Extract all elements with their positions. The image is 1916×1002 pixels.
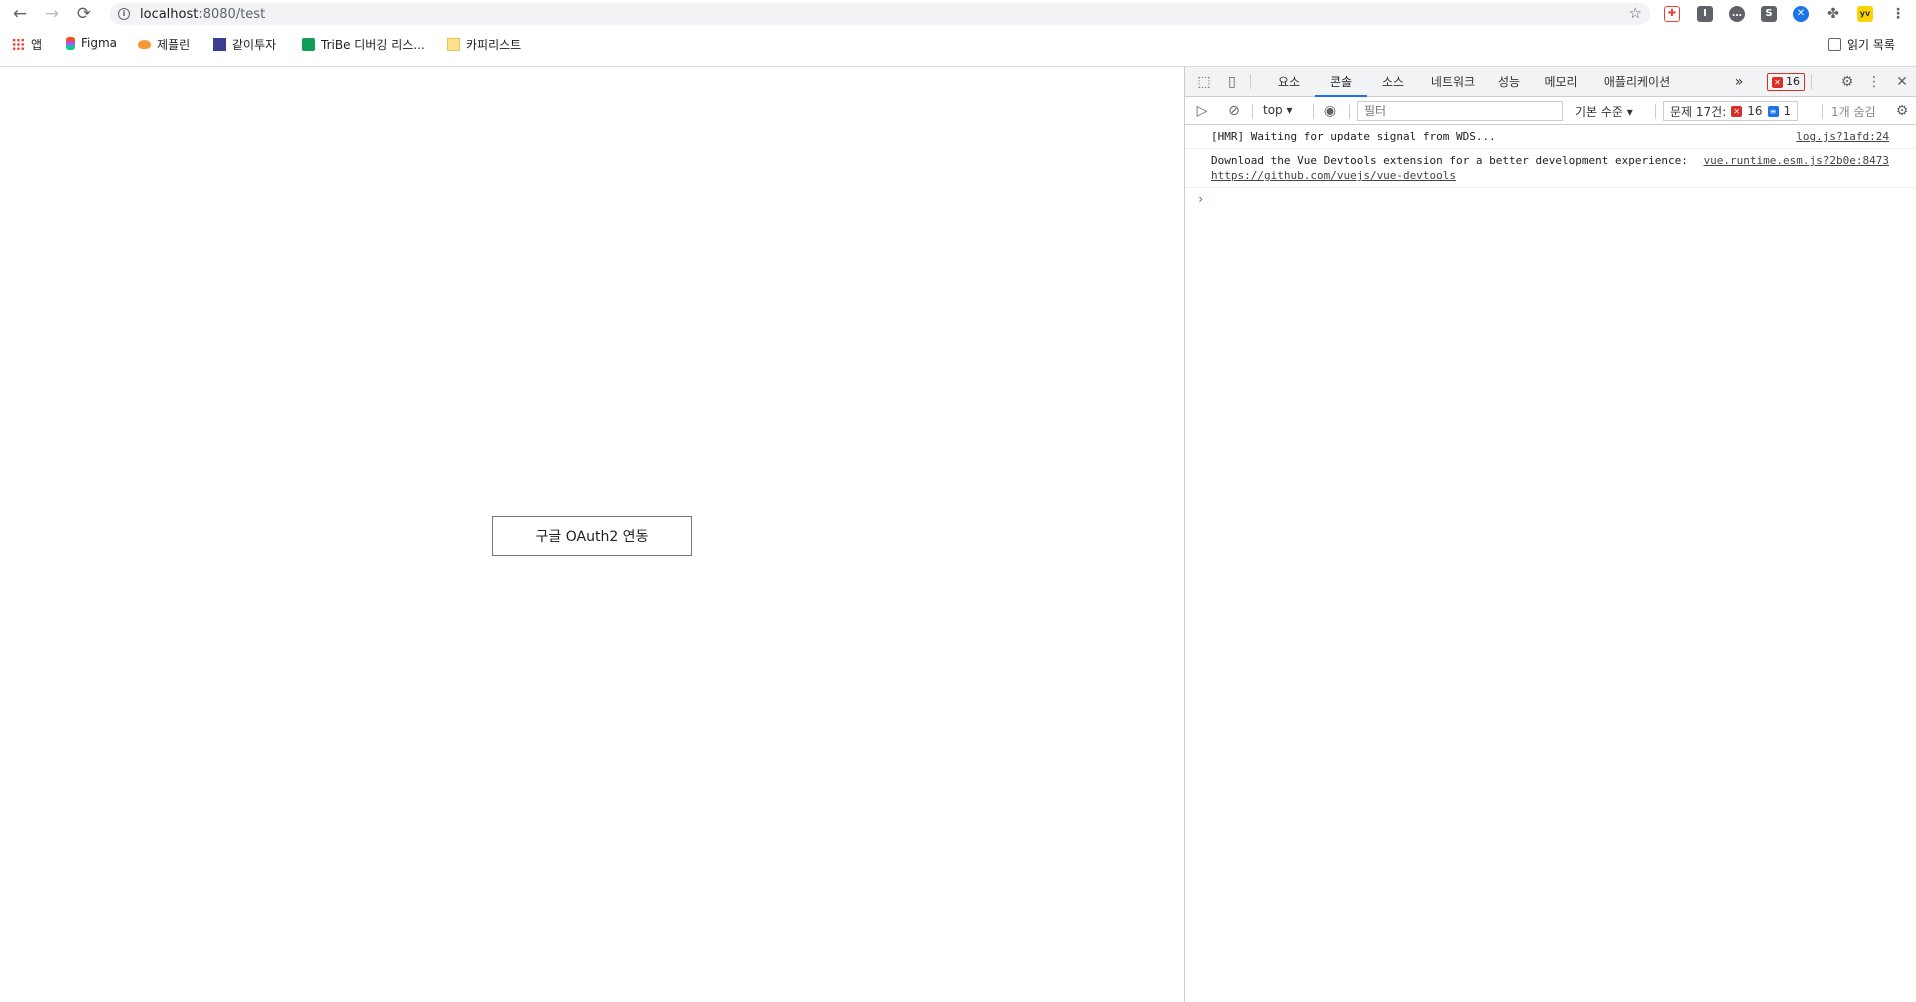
tab-memory[interactable]: 메모리 — [1535, 67, 1587, 97]
device-toolbar-icon[interactable]: ▯ — [1223, 73, 1241, 91]
menu-dots-icon[interactable]: ⋮ — [1890, 6, 1906, 22]
bookmark-label: 카피리스트 — [466, 38, 522, 52]
together-invest-icon — [213, 38, 226, 51]
log-levels-dropdown[interactable]: 기본 수준 ▾ — [1575, 103, 1633, 120]
console-settings-gear-icon[interactable]: ⚙ — [1893, 102, 1911, 120]
separator — [1655, 104, 1656, 119]
separator — [1811, 74, 1812, 89]
error-count-badge[interactable]: ✕ 16 — [1767, 73, 1805, 91]
address-bar[interactable]: i localhost:8080/test ☆ — [110, 3, 1650, 25]
settings-gear-icon[interactable]: ⚙ — [1838, 73, 1856, 91]
chat-icon[interactable]: … — [1729, 6, 1745, 22]
bookmark-label: 앱 — [31, 38, 43, 52]
apps-grid-icon — [12, 38, 25, 51]
zeplin-icon — [138, 40, 151, 49]
hidden-messages-count: 1개 숨김 — [1831, 105, 1876, 119]
extension-blue-icon[interactable]: ✕ — [1793, 6, 1809, 22]
more-tabs-icon[interactable]: » — [1729, 67, 1749, 97]
context-value: top — [1263, 103, 1283, 117]
devtools-menu-icon[interactable]: ⋮ — [1865, 73, 1883, 91]
error-count: 16 — [1786, 75, 1800, 88]
console-filter-input[interactable] — [1357, 101, 1563, 121]
bookmark-label: 같이투자 — [232, 38, 277, 52]
puzzle-cross-icon[interactable]: ✚ — [1664, 6, 1680, 22]
console-message: [HMR] Waiting for update signal from WDS… — [1185, 125, 1916, 149]
extensions-puzzle-icon[interactable]: ✤ — [1825, 6, 1841, 22]
extension-yellow-icon[interactable]: yv — [1857, 6, 1873, 22]
bookmark-label: 읽기 목록 — [1847, 38, 1895, 52]
reload-icon[interactable]: ⟳ — [73, 3, 95, 25]
console-toolbar: ▷ ⊘ top ▾ ◉ 기본 수준 ▾ 문제 17건: ✕ 16 ≡ 1 1개 … — [1185, 97, 1916, 125]
bookmark-tribe-debugging[interactable]: TriBe 디버깅 리스... — [302, 36, 425, 53]
close-devtools-icon[interactable]: ✕ — [1893, 73, 1911, 91]
tab-network[interactable]: 네트워크 — [1421, 67, 1485, 97]
separator — [1250, 74, 1251, 89]
bookmark-zeplin[interactable]: 제플린 — [138, 36, 190, 53]
extension-i-icon[interactable]: I — [1697, 6, 1713, 22]
issue-info-count: 1 — [1783, 104, 1792, 118]
back-arrow-icon[interactable]: ← — [9, 3, 31, 25]
reading-list[interactable]: 읽기 목록 — [1828, 36, 1895, 53]
bookmark-figma[interactable]: Figma — [66, 36, 117, 50]
context-select[interactable]: top ▾ — [1263, 103, 1293, 117]
bookmark-label: Figma — [81, 36, 118, 50]
message-source-link[interactable]: vue.runtime.esm.js?2b0e:8473 — [1704, 153, 1889, 168]
message-text: Download the Vue Devtools extension for … — [1211, 154, 1688, 167]
error-icon: ✕ — [1772, 76, 1783, 88]
issues-button[interactable]: 문제 17건: ✕ 16 ≡ 1 — [1663, 101, 1799, 121]
vue-devtools-link[interactable]: https://github.com/vuejs/vue-devtools — [1211, 168, 1697, 183]
bookmark-together-invest[interactable]: 같이투자 — [213, 36, 276, 53]
separator — [1349, 104, 1350, 119]
console-prompt[interactable]: › — [1185, 188, 1916, 206]
live-expression-eye-icon[interactable]: ◉ — [1321, 102, 1339, 120]
figma-icon — [66, 36, 75, 50]
issue-info-icon: ≡ — [1767, 105, 1779, 117]
sheets-icon — [302, 38, 315, 51]
issues-label: 문제 17건: — [1670, 104, 1727, 119]
url-text[interactable]: localhost:8080/test — [140, 7, 265, 22]
google-oauth2-button[interactable]: 구글 OAuth2 연동 — [492, 516, 692, 556]
site-info-icon[interactable]: i — [118, 8, 130, 20]
bookmark-copylist[interactable]: 카피리스트 — [447, 36, 521, 53]
page-viewport: 구글 OAuth2 연동 — [0, 67, 1184, 1002]
tab-performance[interactable]: 성능 — [1489, 67, 1529, 97]
tab-console[interactable]: 콘솔 — [1315, 67, 1367, 97]
levels-label: 기본 수준 — [1575, 105, 1623, 119]
browser-toolbar: ← → ⟳ i localhost:8080/test ☆ ✚ I … S ✕ … — [0, 0, 1916, 27]
bookmarks-bar: 앱 Figma 제플린 같이투자 TriBe 디버깅 리스... 카피리스트 읽… — [0, 33, 1916, 55]
devtools-panel: ⬚ ▯ 요소 콘솔 소스 네트워크 성능 메모리 애플리케이션 » ✕ 16 ⚙… — [1184, 67, 1916, 1002]
separator — [1313, 104, 1314, 119]
extension-s-icon[interactable]: S — [1761, 6, 1777, 22]
tab-application[interactable]: 애플리케이션 — [1593, 67, 1681, 97]
sidebar-toggle-icon[interactable]: ▷ — [1193, 102, 1211, 120]
tab-elements[interactable]: 요소 — [1265, 67, 1313, 97]
console-output: [HMR] Waiting for update signal from WDS… — [1185, 125, 1916, 206]
bookmark-label: 제플린 — [157, 38, 191, 52]
inspect-element-icon[interactable]: ⬚ — [1195, 73, 1213, 91]
tab-sources[interactable]: 소스 — [1369, 67, 1417, 97]
issue-error-icon: ✕ — [1731, 105, 1743, 117]
clear-console-icon[interactable]: ⊘ — [1225, 102, 1243, 120]
message-text: [HMR] Waiting for update signal from WDS… — [1211, 130, 1496, 143]
console-message: Download the Vue Devtools extension for … — [1185, 149, 1916, 188]
separator — [1252, 104, 1253, 119]
bookmark-star-icon[interactable]: ☆ — [1629, 4, 1642, 22]
bookmark-label: TriBe 디버깅 리스... — [321, 38, 425, 52]
forward-arrow-icon[interactable]: → — [41, 3, 63, 25]
devtools-tabbar: ⬚ ▯ 요소 콘솔 소스 네트워크 성능 메모리 애플리케이션 » ✕ 16 ⚙… — [1185, 67, 1916, 97]
folder-icon — [447, 38, 460, 51]
separator — [1822, 104, 1823, 119]
issue-error-count: 16 — [1747, 104, 1763, 118]
reading-list-icon — [1828, 38, 1841, 51]
message-source-link[interactable]: log.js?1afd:24 — [1796, 129, 1889, 144]
bookmark-apps[interactable]: 앱 — [12, 36, 42, 53]
